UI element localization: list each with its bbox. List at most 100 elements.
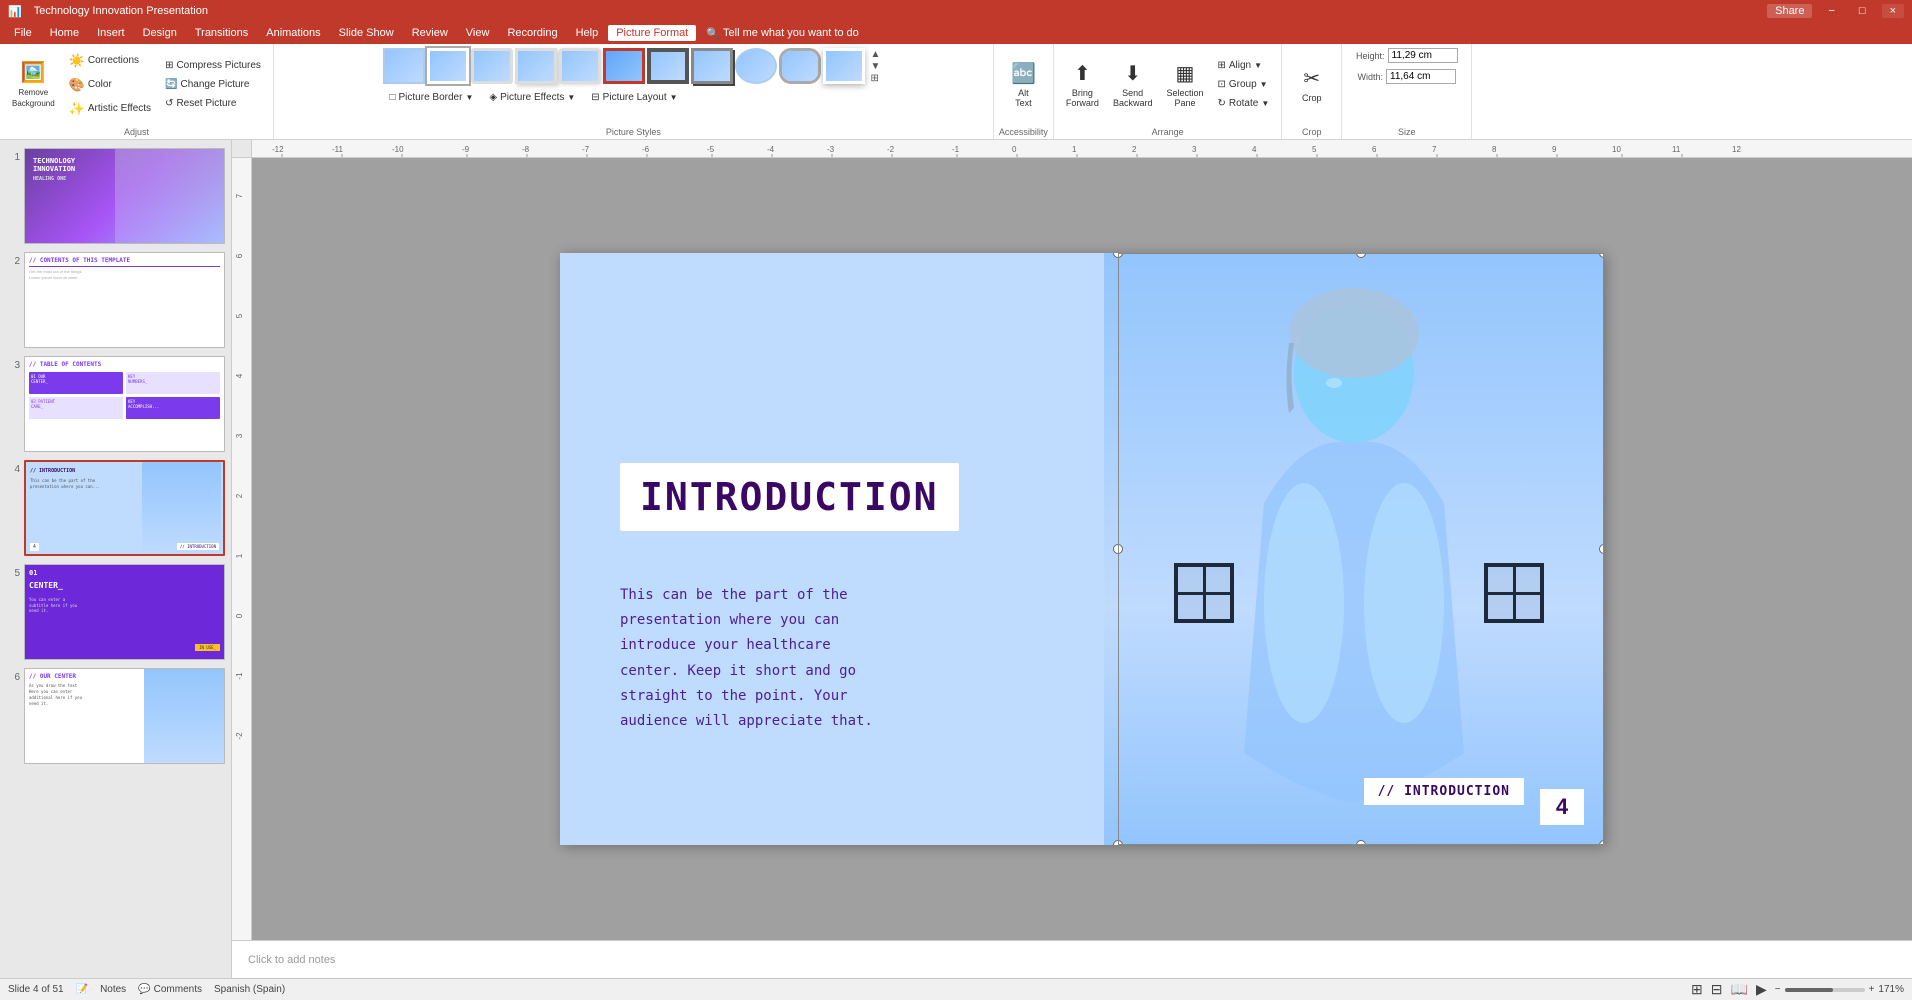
comments-button[interactable]: 💬 Comments <box>138 984 202 995</box>
menu-slideshow[interactable]: Slide Show <box>331 25 402 41</box>
menu-help[interactable]: Help <box>568 25 607 41</box>
menu-transitions[interactable]: Transitions <box>187 25 256 41</box>
zoom-in-button[interactable]: + <box>1869 984 1875 995</box>
app-body: 1 TECHNOLOGYINNOVATIONHEALING ONE 2 // C… <box>0 140 1912 978</box>
send-backward-button[interactable]: ⬇ Send Backward <box>1107 57 1159 112</box>
view-reading-icon[interactable]: 📖 <box>1731 981 1748 998</box>
svg-text:-2: -2 <box>887 145 895 154</box>
svg-text:-10: -10 <box>392 145 404 154</box>
ruler-row: -12 -11 -10 -9 -8 -7 -6 -5 -4 -3 -2 -1 0… <box>232 140 1912 158</box>
slide-thumb-6[interactable]: 6 // OUR CENTER As you draw the textHere… <box>6 668 225 764</box>
picture-style-7[interactable] <box>647 48 689 84</box>
svg-text:-2: -2 <box>235 732 244 740</box>
zoom-out-button[interactable]: − <box>1775 984 1781 995</box>
menu-insert[interactable]: Insert <box>89 25 133 41</box>
slide-canvas[interactable]: INTRODUCTION This can be the part of the… <box>252 158 1912 940</box>
picture-layout-dropdown-icon: ▼ <box>670 93 678 102</box>
ruler-corner <box>232 140 252 158</box>
picture-style-9[interactable] <box>735 48 777 84</box>
notes-area[interactable]: Click to add notes <box>232 940 1912 978</box>
picture-effects-button[interactable]: ◈ Picture Effects ▼ <box>483 89 581 106</box>
slide-thumb-3[interactable]: 3 // TABLE OF CONTENTS 01 OURCENTER_ KEY… <box>6 356 225 452</box>
group-button[interactable]: ⊡ Group ▼ <box>1211 76 1275 93</box>
window-title: Technology Innovation Presentation <box>34 5 208 18</box>
intro-body-text[interactable]: This can be the part of the presentation… <box>620 583 1140 734</box>
menu-file[interactable]: File <box>6 25 40 41</box>
corrections-button[interactable]: ☀️ Corrections <box>63 50 157 72</box>
slide-preview-4: // INTRODUCTION This can be the part of … <box>24 460 225 556</box>
picture-style-4[interactable] <box>515 48 557 84</box>
slide-thumb-5[interactable]: 5 01 CENTER_ You can enter asubtitle her… <box>6 564 225 660</box>
picture-layout-button[interactable]: ⊟ Picture Layout ▼ <box>585 89 683 106</box>
menu-search[interactable]: 🔍 Tell me what you want to do <box>698 25 866 42</box>
picture-style-10[interactable] <box>779 48 821 84</box>
adjust-buttons-row: 🖼️ Remove Background ☀️ Corrections 🎨 Co… <box>6 48 267 135</box>
picture-style-2[interactable] <box>427 48 469 84</box>
alt-text-button[interactable]: 🔤 Alt Text <box>1001 57 1045 112</box>
minimize-button[interactable]: − <box>1820 4 1842 18</box>
language-indicator: Spanish (Spain) <box>214 984 285 995</box>
remove-bg-icon: 🖼️ <box>21 60 46 86</box>
align-button[interactable]: ⊞ Align ▼ <box>1211 57 1275 74</box>
remove-background-button[interactable]: 🖼️ Remove Background <box>6 56 61 113</box>
picture-styles-label: Picture Styles <box>274 127 993 137</box>
menu-review[interactable]: Review <box>404 25 456 41</box>
selection-pane-button[interactable]: ▦ Selection Pane <box>1160 57 1209 112</box>
svg-text:6: 6 <box>235 253 244 258</box>
style-more[interactable]: ⊞ <box>867 73 883 84</box>
view-slide-sorter-icon[interactable]: ⊟ <box>1711 981 1723 998</box>
slide-number-5: 5 <box>6 568 20 579</box>
height-input[interactable] <box>1388 48 1458 63</box>
maximize-button[interactable]: □ <box>1851 4 1874 18</box>
slide-number-4: 4 <box>6 464 20 475</box>
picture-style-1[interactable] <box>383 48 425 84</box>
change-picture-button[interactable]: 🔄 Change Picture <box>159 76 267 93</box>
color-button[interactable]: 🎨 Color <box>63 74 157 96</box>
compress-pictures-button[interactable]: ⊞ Compress Pictures <box>159 57 267 74</box>
picture-styles-content: ▲ ▼ ⊞ □ Picture Border ▼ ◈ Picture Effec… <box>383 48 883 135</box>
menu-recording[interactable]: Recording <box>499 25 565 41</box>
picture-style-3[interactable] <box>471 48 513 84</box>
picture-style-8[interactable] <box>691 48 733 84</box>
picture-style-11[interactable] <box>823 48 865 84</box>
bring-forward-icon: ⬆ <box>1074 61 1091 86</box>
menu-animations[interactable]: Animations <box>258 25 328 41</box>
svg-text:7: 7 <box>1432 145 1437 154</box>
svg-text:-6: -6 <box>642 145 650 154</box>
menu-home[interactable]: Home <box>42 25 87 41</box>
ribbon-group-crop: ✂ Crop Crop <box>1282 44 1342 139</box>
cross-marker-right <box>1484 563 1544 623</box>
zoom-slider[interactable] <box>1785 988 1865 992</box>
artistic-effects-button[interactable]: ✨ Artistic Effects <box>63 98 157 120</box>
picture-border-button[interactable]: □ Picture Border ▼ <box>383 89 479 106</box>
picture-style-6-selected[interactable] <box>603 48 645 84</box>
view-normal-icon[interactable]: ⊞ <box>1691 981 1703 998</box>
bring-forward-button[interactable]: ⬆ Bring Forward <box>1060 57 1105 112</box>
picture-style-5[interactable] <box>559 48 601 84</box>
intro-title-box[interactable]: INTRODUCTION <box>620 463 959 531</box>
menu-picture-format[interactable]: Picture Format <box>608 25 696 41</box>
view-presenter-icon[interactable]: ▶ <box>1756 981 1767 998</box>
menu-design[interactable]: Design <box>135 25 185 41</box>
style-scroll-down[interactable]: ▼ <box>867 61 883 72</box>
slide-thumb-4[interactable]: 4 // INTRODUCTION This can be the part o… <box>6 460 225 556</box>
width-input[interactable] <box>1386 69 1456 84</box>
menu-view[interactable]: View <box>458 25 498 41</box>
picture-border-dropdown-icon: ▼ <box>465 93 473 102</box>
picture-layout-icon: ⊟ <box>591 92 599 103</box>
align-icon: ⊞ <box>1217 60 1225 71</box>
notes-button[interactable]: Notes <box>100 984 126 995</box>
svg-text:3: 3 <box>235 433 244 438</box>
share-button[interactable]: Share <box>1767 4 1812 18</box>
reset-picture-button[interactable]: ↺ Reset Picture <box>159 95 267 112</box>
svg-text:6: 6 <box>1372 145 1377 154</box>
slide-thumb-2[interactable]: 2 // CONTENTS OF THIS TEMPLATE Get the m… <box>6 252 225 348</box>
crop-button[interactable]: ✂ Crop <box>1290 62 1334 107</box>
style-scroll-up[interactable]: ▲ <box>867 49 883 60</box>
rotate-button[interactable]: ↻ Rotate ▼ <box>1211 95 1275 112</box>
close-button[interactable]: × <box>1882 4 1904 18</box>
notes-icon: 📝 <box>76 984 88 995</box>
slide-preview-6: // OUR CENTER As you draw the textHere y… <box>24 668 225 764</box>
selection-pane-icon: ▦ <box>1176 61 1195 86</box>
slide-thumb-1[interactable]: 1 TECHNOLOGYINNOVATIONHEALING ONE <box>6 148 225 244</box>
